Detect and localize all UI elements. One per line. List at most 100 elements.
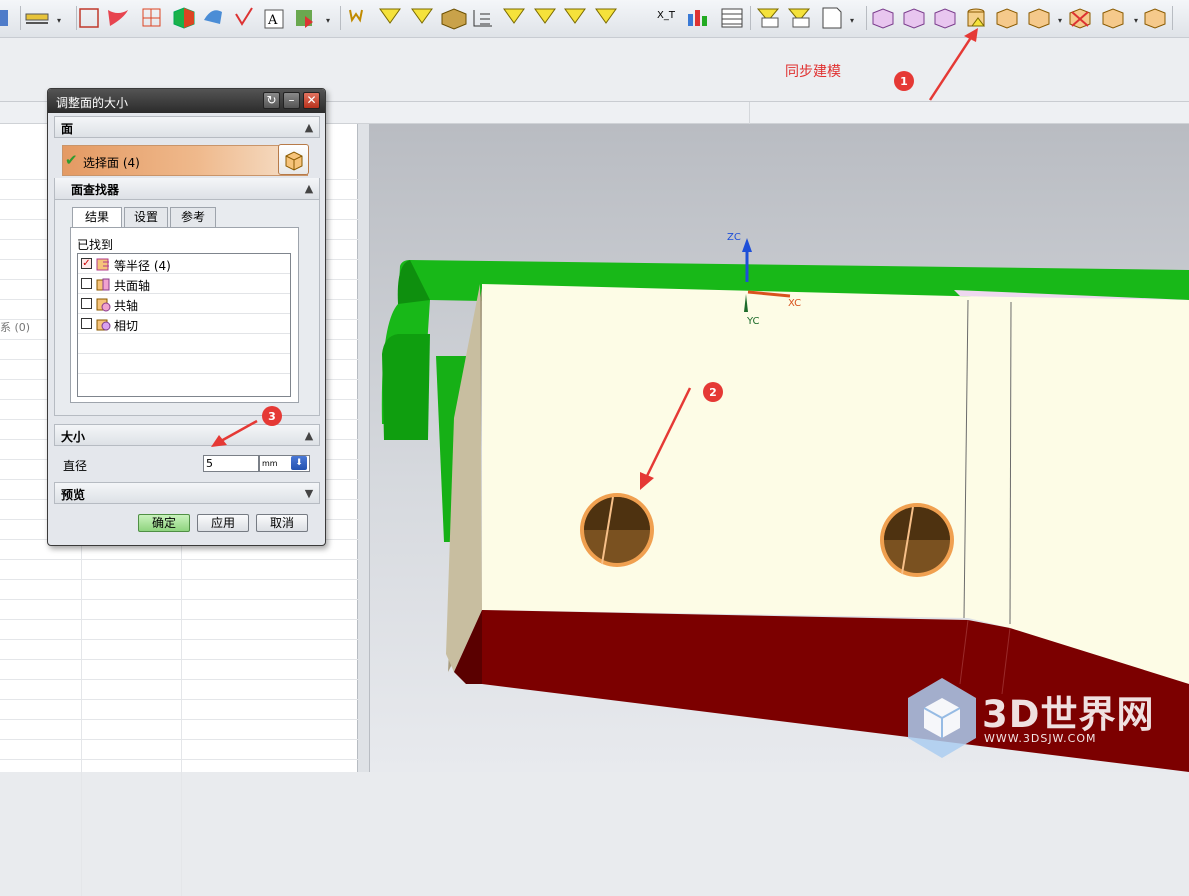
arrow-down-icon: ⬇ <box>295 458 303 468</box>
toolbar-separator <box>76 6 77 30</box>
table-row <box>0 620 358 640</box>
found-list[interactable]: ✓ 等半径 (4) 共面轴 共轴 相切 <box>77 253 291 397</box>
chevron-down-icon[interactable]: ▼ <box>299 483 319 503</box>
minimize-button[interactable]: – <box>283 92 300 109</box>
select-face-row[interactable]: ✔ 选择面 (4) <box>62 145 308 176</box>
face-section-header[interactable]: 面 ▲ <box>54 116 320 138</box>
band-divider <box>749 102 750 124</box>
table-row <box>0 640 358 660</box>
diameter-input[interactable] <box>203 455 259 472</box>
checkbox[interactable] <box>81 278 92 289</box>
dialog-titlebar[interactable]: 调整面的大小 ↻ – ✕ <box>48 89 325 113</box>
unit-dropdown-button[interactable]: ⬇ <box>291 456 307 470</box>
watermark-logo-icon <box>908 678 976 758</box>
check-icon: ✔ <box>65 151 78 169</box>
list-item[interactable]: 共面轴 <box>78 274 290 294</box>
select-face-button[interactable] <box>278 144 309 175</box>
navigator-item-label: 系 (0) <box>0 321 31 334</box>
xc-axis-label: XC <box>788 298 802 309</box>
tab-reference[interactable]: 参考 <box>170 207 216 227</box>
close-button[interactable]: ✕ <box>303 92 320 109</box>
size-section-header[interactable]: 大小 ▲ <box>54 424 320 446</box>
coplanar-axis-icon <box>96 278 110 291</box>
toolbar-separator <box>750 6 751 30</box>
chevron-down-icon[interactable]: ▾ <box>1134 16 1138 25</box>
dialog-title: 调整面的大小 <box>56 96 129 110</box>
face-section-label: 面 <box>61 122 74 136</box>
svg-text:A: A <box>267 13 278 28</box>
chevron-up-icon[interactable]: ▲ <box>299 178 319 198</box>
hole-feature <box>580 493 654 567</box>
table-row <box>0 580 358 600</box>
checkbox[interactable] <box>81 318 92 329</box>
hole-feature <box>880 503 954 577</box>
chevron-up-icon[interactable]: ▲ <box>299 425 319 445</box>
preview-section-label: 预览 <box>61 488 86 502</box>
size-section-label: 大小 <box>61 430 86 444</box>
chevron-down-icon[interactable]: ▾ <box>57 16 61 25</box>
table-row <box>0 740 358 760</box>
annotation-marker-1: 1 <box>894 71 914 91</box>
chevron-down-icon[interactable]: ▾ <box>1058 16 1062 25</box>
toolbar-separator <box>1172 6 1173 30</box>
annotation-arrow-3 <box>211 419 258 447</box>
table-row <box>0 600 358 620</box>
face-cube-icon <box>285 150 302 171</box>
table-row <box>0 660 358 680</box>
zc-axis-label: ZC <box>727 232 741 243</box>
list-item[interactable]: 共轴 <box>78 294 290 314</box>
coaxial-icon <box>96 298 111 312</box>
toolbar-separator <box>340 6 341 30</box>
apply-button[interactable]: 应用 <box>197 514 249 532</box>
toolbar-separator <box>20 6 21 30</box>
splitter[interactable] <box>358 124 370 772</box>
toolbar-separator <box>866 6 867 30</box>
table-row <box>0 700 358 720</box>
sync-modeling-annotation: 同步建模 <box>785 64 841 80</box>
tab-settings[interactable]: 设置 <box>124 207 168 227</box>
watermark-url: WWW.3DSJW.COM <box>984 732 1097 745</box>
minimize-icon: – <box>288 93 295 107</box>
site-watermark: 3D世界网 WWW.3DSJW.COM <box>904 676 1174 766</box>
table-row <box>0 720 358 740</box>
list-item-label: 共面轴 <box>114 279 151 293</box>
annotation-marker-2: 2 <box>703 382 723 402</box>
annotation-marker-3: 3 <box>262 406 282 426</box>
select-face-label: 选择面 (4) <box>83 156 140 170</box>
tangent-icon <box>96 319 111 331</box>
model-3d <box>381 238 1189 772</box>
chevron-down-icon[interactable]: ▾ <box>326 16 330 25</box>
list-item-label: 相切 <box>114 319 139 333</box>
found-label: 已找到 <box>77 238 114 252</box>
table-row <box>0 680 358 700</box>
checkbox[interactable] <box>81 298 92 309</box>
list-item[interactable]: ✓ 等半径 (4) <box>78 254 290 274</box>
watermark-brand: 3D世界网 <box>982 693 1155 736</box>
face-finder-label: 面查找器 <box>71 183 120 197</box>
chevron-up-icon[interactable]: ▲ <box>299 117 319 137</box>
chevron-down-icon[interactable]: ▾ <box>850 16 854 25</box>
tab-results[interactable]: 结果 <box>72 207 122 228</box>
toolbar-icons: A X_T <box>0 7 1166 30</box>
svg-text:X_T: X_T <box>657 10 676 21</box>
list-item <box>78 354 290 374</box>
resize-face-dialog[interactable]: 调整面的大小 ↻ – ✕ 面 ▲ ✔ 选择面 (4) 面查找器 ▲ 结果 设置 … <box>47 88 326 546</box>
table-row <box>0 560 358 580</box>
diameter-label: 直径 <box>63 459 88 473</box>
graphics-viewport[interactable]: ZC XC YC <box>370 124 1189 772</box>
list-item <box>78 334 290 354</box>
face-finder-header[interactable]: 面查找器 ▲ <box>55 178 319 200</box>
reset-button[interactable]: ↻ <box>263 92 280 109</box>
cancel-button[interactable]: 取消 <box>256 514 308 532</box>
equal-radius-icon <box>96 258 109 271</box>
ok-button[interactable]: 确定 <box>138 514 190 532</box>
main-toolbar: A X_T ▾ ▾ ▾ ▾ ▾ <box>0 0 1189 38</box>
checkbox-checked[interactable]: ✓ <box>81 258 92 269</box>
list-item[interactable]: 相切 <box>78 314 290 334</box>
close-icon: ✕ <box>306 93 317 107</box>
list-item-label: 等半径 (4) <box>114 259 171 273</box>
reset-icon: ↻ <box>266 93 277 107</box>
preview-section-header[interactable]: 预览 ▼ <box>54 482 320 504</box>
list-item-label: 共轴 <box>114 299 139 313</box>
yc-axis-label: YC <box>747 316 760 327</box>
